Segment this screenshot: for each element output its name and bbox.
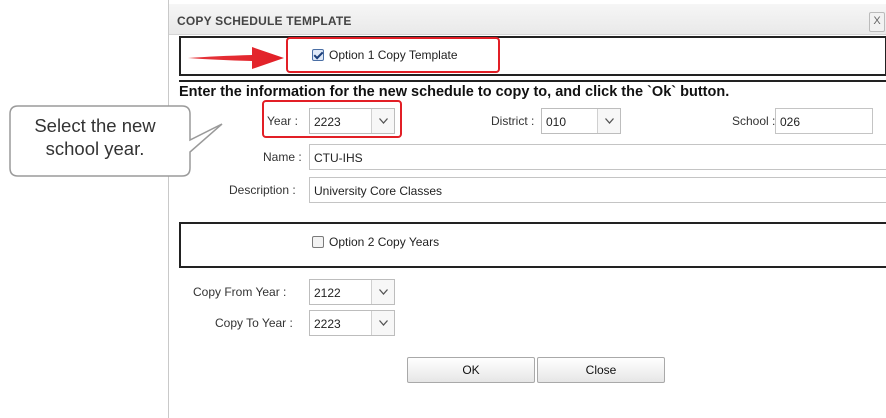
- copy-from-year-select[interactable]: 2122: [309, 279, 395, 305]
- dialog-title: COPY SCHEDULE TEMPLATE: [177, 14, 352, 28]
- copy-to-year-value: 2223: [314, 317, 341, 331]
- red-arrow-icon: [188, 47, 284, 69]
- close-icon[interactable]: X: [869, 12, 885, 32]
- option1-highlight: [286, 37, 500, 73]
- chevron-down-icon[interactable]: [597, 109, 620, 133]
- option2-panel: [179, 222, 886, 268]
- copy-from-year-value: 2122: [314, 286, 341, 300]
- name-input[interactable]: CTU-IHS: [309, 144, 886, 170]
- district-value: 010: [546, 115, 567, 129]
- chevron-down-icon[interactable]: [371, 280, 394, 304]
- instruction-text: Enter the information for the new schedu…: [179, 84, 730, 100]
- copy-to-year-label: Copy To Year :: [215, 316, 293, 330]
- school-input[interactable]: 026: [775, 108, 873, 134]
- copy-to-year-select[interactable]: 2223: [309, 310, 395, 336]
- description-input[interactable]: University Core Classes: [309, 177, 886, 203]
- description-label: Description :: [229, 183, 296, 197]
- ok-button[interactable]: OK: [407, 357, 535, 383]
- option2-checkbox[interactable]: Option 2 Copy Years: [312, 235, 439, 249]
- year-highlight: [262, 100, 402, 138]
- close-button[interactable]: Close: [537, 357, 665, 383]
- district-label: District :: [491, 114, 535, 128]
- chevron-down-icon[interactable]: [371, 311, 394, 335]
- copy-from-year-label: Copy From Year :: [193, 285, 287, 299]
- dialog-title-bar: COPY SCHEDULE TEMPLATE X: [169, 4, 886, 35]
- school-label: School :: [732, 114, 776, 128]
- option2-label: Option 2 Copy Years: [329, 235, 440, 249]
- name-label: Name :: [263, 150, 302, 164]
- checkbox-unchecked-icon[interactable]: [312, 236, 324, 248]
- callout-text: Select the new school year.: [34, 115, 156, 159]
- district-select[interactable]: 010: [541, 108, 621, 134]
